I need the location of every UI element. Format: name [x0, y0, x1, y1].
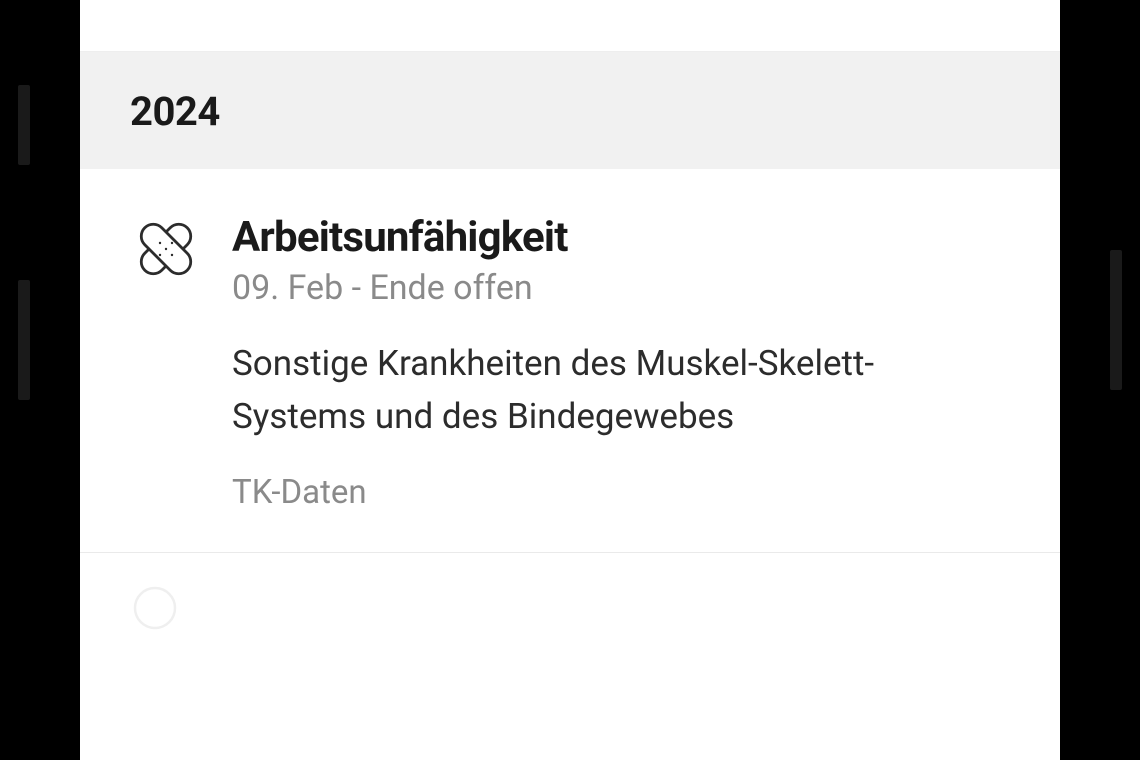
phone-bezel-left — [0, 0, 80, 760]
volume-down-button[interactable] — [18, 280, 30, 400]
power-button[interactable] — [1110, 250, 1122, 390]
sick-leave-entry[interactable]: Arbeitsunfähigkeit 09. Feb - Ende offen … — [80, 169, 1060, 553]
bandage-icon — [130, 213, 202, 285]
app-screen: 2024 Arbeitsunfähigkeit 09. Feb - Ende o… — [80, 0, 1060, 760]
top-spacer — [80, 0, 1060, 52]
partial-icon — [130, 583, 180, 633]
entry-description: Sonstige Krankheiten des Muskel-Skelett-… — [232, 338, 1000, 443]
entry-date-range: 09. Feb - Ende offen — [232, 268, 1000, 308]
entry-source: TK-Daten — [232, 473, 1000, 512]
year-section-header: 2024 — [80, 52, 1060, 169]
year-label: 2024 — [130, 88, 1010, 135]
entry-title: Arbeitsunfähigkeit — [232, 213, 1000, 262]
volume-up-button[interactable] — [18, 85, 30, 165]
next-entry-partial — [80, 553, 1060, 667]
phone-bezel-right — [1060, 0, 1140, 760]
entry-content: Arbeitsunfähigkeit 09. Feb - Ende offen … — [232, 213, 1000, 512]
